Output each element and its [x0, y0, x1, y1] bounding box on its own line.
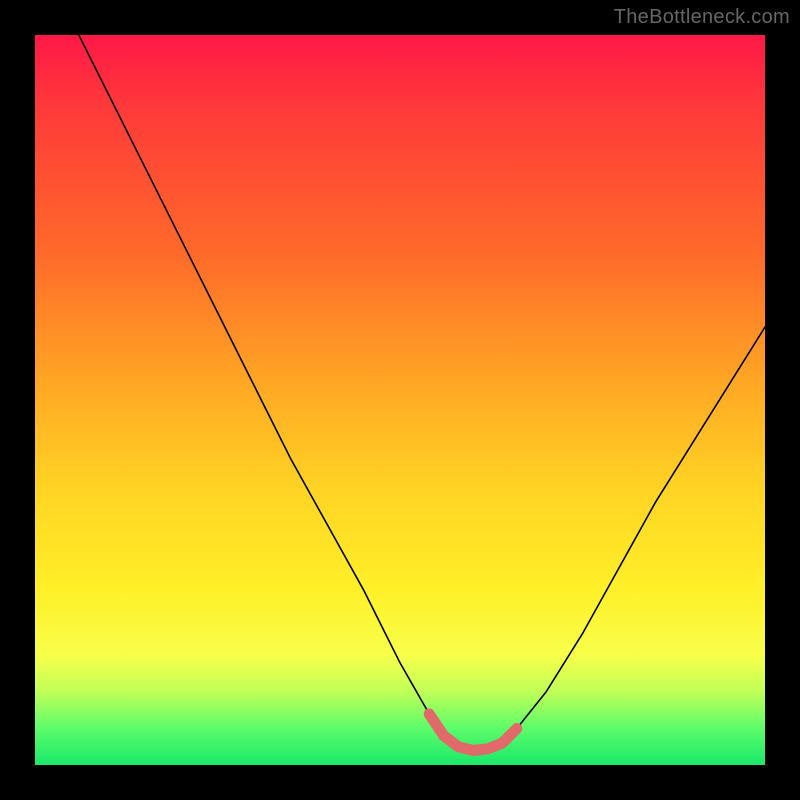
watermark-text: TheBottleneck.com: [614, 6, 790, 29]
highlight-curve: [429, 714, 517, 751]
chart-frame: TheBottleneck.com: [0, 0, 800, 800]
chart-svg: [35, 35, 765, 765]
main-curve: [79, 35, 765, 750]
plot-area: [35, 35, 765, 765]
